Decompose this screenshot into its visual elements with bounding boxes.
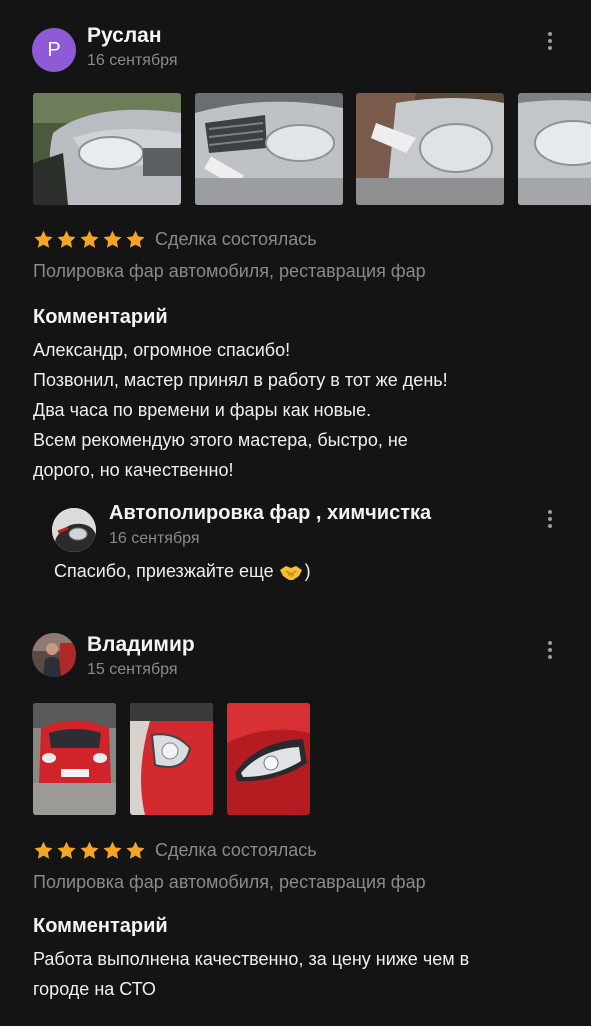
star-rating	[33, 840, 146, 861]
seller-reply: Автополировка фар , химчистка 16 сентябр…	[52, 502, 559, 602]
comment-line: Работа выполнена качественно, за цену ни…	[33, 949, 470, 969]
review-photo[interactable]	[195, 93, 343, 205]
rating-row: Сделка состоялась	[33, 837, 317, 863]
star-icon	[126, 841, 145, 859]
comment-title: Комментарий	[33, 915, 168, 937]
seller-name[interactable]: Автополировка фар , химчистка	[109, 502, 431, 525]
comment-text: Александр, огромное спасибо! Позвонил, м…	[33, 335, 563, 485]
review-photo[interactable]	[33, 93, 181, 205]
review-photo[interactable]	[227, 703, 310, 815]
deal-status: Сделка состоялась	[155, 839, 317, 860]
review-photo[interactable]	[356, 93, 504, 205]
star-icon	[80, 230, 99, 248]
deal-status: Сделка состоялась	[155, 228, 317, 249]
review-photo[interactable]	[518, 93, 591, 205]
review-photo[interactable]	[130, 703, 213, 815]
more-options-icon[interactable]	[541, 26, 559, 56]
author-name[interactable]: Владимир	[87, 633, 195, 657]
comment-line: дорого, но качественно!	[33, 460, 234, 480]
avatar-letter: Р	[47, 38, 61, 61]
review-date: 15 сентября	[87, 661, 178, 678]
photo-gallery[interactable]	[33, 93, 591, 205]
service-name: Полировка фар автомобиля, реставрация фа…	[33, 872, 426, 892]
rating-row: Сделка состоялась	[33, 226, 317, 252]
star-icon	[80, 841, 99, 859]
comment-line: Всем рекомендую этого мастера, быстро, н…	[33, 430, 408, 450]
star-icon	[34, 841, 53, 859]
star-icon	[34, 230, 53, 248]
comment-line: Александр, огромное спасибо!	[33, 340, 291, 360]
reply-text: Спасибо, приезжайте еще )	[54, 561, 311, 582]
star-icon	[126, 230, 145, 248]
comment-text: Работа выполнена качественно, за цену ни…	[33, 944, 563, 1004]
comment-line: городе на СТО	[33, 979, 156, 999]
review-header: Владимир 15 сентября	[32, 633, 559, 681]
star-icon	[57, 841, 76, 859]
review-card: Владимир 15 сентября Сделка состоялась П…	[0, 633, 591, 1026]
reply-date: 16 сентября	[109, 530, 200, 547]
reply-message: Спасибо, приезжайте еще	[54, 561, 274, 581]
handshake-emoji-icon	[279, 565, 302, 580]
avatar[interactable]: Р	[32, 28, 76, 72]
photo-gallery[interactable]	[33, 703, 591, 815]
reply-suffix: )	[304, 561, 311, 581]
comment-title: Комментарий	[33, 306, 168, 328]
more-options-icon[interactable]	[541, 504, 559, 534]
review-card: Р Руслан 16 сентября Сделка состоялась П…	[0, 24, 591, 604]
comment-line: Позвонил, мастер принял в работу в тот ж…	[33, 370, 448, 390]
review-date: 16 сентября	[87, 52, 178, 69]
review-header: Р Руслан 16 сентября	[32, 24, 559, 72]
star-icon	[57, 230, 76, 248]
author-name[interactable]: Руслан	[87, 24, 162, 48]
star-icon	[103, 841, 122, 859]
service-name: Полировка фар автомобиля, реставрация фа…	[33, 261, 426, 281]
more-options-icon[interactable]	[541, 635, 559, 665]
comment-line: Два часа по времени и фары как новые.	[33, 400, 372, 420]
avatar[interactable]	[32, 633, 76, 677]
star-rating	[33, 229, 146, 250]
star-icon	[103, 230, 122, 248]
review-photo[interactable]	[33, 703, 116, 815]
seller-avatar[interactable]	[52, 508, 96, 552]
